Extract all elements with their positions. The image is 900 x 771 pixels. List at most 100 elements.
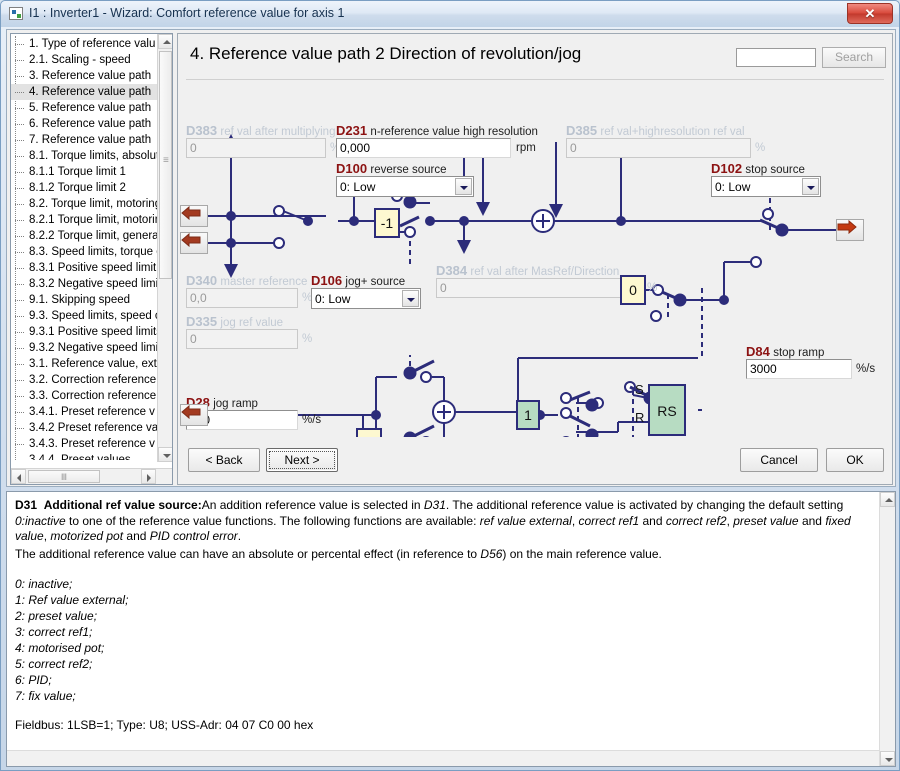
ok-button[interactable]: OK [826,448,884,472]
app-window: I1 : Inverter1 - Wizard: Comfort referen… [0,0,900,771]
help-p1-m: and [798,513,826,528]
tree-item-20[interactable]: 3.1. Reference value, ext [11,356,158,372]
help-paragraph-1: D31 Additional ref value source:An addit… [15,498,870,545]
tree-scroll-thumb[interactable] [159,51,172,279]
tree-item-9[interactable]: 8.1.2 Torque limit 2 [11,180,158,196]
tree-item-12[interactable]: 8.2.2 Torque limit, genera [11,228,158,244]
client-area: 1. Type of reference valu 2.1. Scaling - … [6,29,896,487]
tree-item-17[interactable]: 9.3. Speed limits, speed c [11,308,158,324]
cancel-button[interactable]: Cancel [740,448,818,472]
chevron-down-icon[interactable] [402,290,419,307]
param-label-d335: D335 jog ref value [186,314,284,329]
help-fieldbus: Fieldbus: 1LSB=1; Type: U8; USS-Adr: 04 … [15,718,314,732]
param-field-d383[interactable]: 0 [186,138,326,158]
param-combo-d102[interactable]: 0: Low [711,176,821,197]
tree-item-15[interactable]: 8.3.2 Negative speed limi [11,276,158,292]
help-p1-e: to one of the reference value functions.… [65,513,480,528]
block-rs-latch[interactable]: RS [648,384,686,436]
param-label-d102: D102 stop source [711,161,805,176]
tree-horizontal-scrollbar[interactable]: Ⅲ [11,468,172,484]
help-p1-h: correct ref1 [578,513,640,528]
help-horizontal-scrollbar[interactable] [7,750,879,766]
title-bar: I1 : Inverter1 - Wizard: Comfort referen… [1,1,899,27]
param-combo-d100-value: 0: Low [340,180,376,194]
block-invert-jog[interactable]: -1 [356,428,382,437]
help-enum-item-4: 4: motorised pot; [15,641,105,655]
scroll-up-icon[interactable] [158,34,172,49]
tree-item-2[interactable]: 3. Reference value path [11,68,158,84]
search-button[interactable]: Search [822,47,886,68]
tree-item-13[interactable]: 8.3. Speed limits, torque c [11,244,158,260]
help-panel: D31 Additional ref value source:An addit… [6,491,896,767]
param-field-d84[interactable]: 3000 [746,359,852,379]
output-arrow-right[interactable] [836,219,864,241]
help-spacer-2 [15,704,870,718]
input-arrow-left-3[interactable] [180,404,208,426]
tree-item-22[interactable]: 3.3. Correction reference [11,388,158,404]
input-arrow-left-2[interactable] [180,232,208,254]
input-arrow-left-1[interactable] [180,205,208,227]
help-p1-f: ref value external [479,513,572,528]
help-p1-b: D31 [423,498,446,512]
tree-item-11[interactable]: 8.2.1 Torque limit, motorin [11,212,158,228]
close-icon[interactable]: ✕ [847,3,893,24]
search-input[interactable] [736,48,816,67]
scroll-down-icon[interactable] [880,751,895,766]
tree-item-21[interactable]: 3.2. Correction reference [11,372,158,388]
tree-item-4[interactable]: 5. Reference value path [11,100,158,116]
tree-item-0[interactable]: 1. Type of reference valu [11,36,158,52]
scroll-left-icon[interactable] [11,469,26,484]
tree-vertical-scrollbar[interactable] [157,34,172,462]
param-unit-d231: rpm [516,142,536,154]
navigation-tree[interactable]: 1. Type of reference valu 2.1. Scaling - … [10,33,173,485]
tree-item-19[interactable]: 9.3.2 Negative speed limi [11,340,158,356]
tree-item-23[interactable]: 3.4.1. Preset reference v [11,404,158,420]
tree-item-14[interactable]: 8.3.1 Positive speed limit [11,260,158,276]
wizard-page: 4. Reference value path 2 Direction of r… [177,33,893,485]
tree-item-24[interactable]: 3.4.2 Preset reference va [11,420,158,436]
tree-item-6[interactable]: 7. Reference value path [11,132,158,148]
tree-item-10[interactable]: 8.2. Torque limit, motoring [11,196,158,212]
help-spacer [15,564,870,576]
help-vertical-scrollbar[interactable] [879,492,895,766]
param-field-d384[interactable]: 0 [436,278,643,298]
tree-item-16[interactable]: 9.1. Skipping speed [11,292,158,308]
help-paragraph-2: The additional reference value can have … [15,547,870,563]
help-p2-b: D56 [480,546,503,561]
param-label-d384: D384 ref val after MasRef/Direction [436,263,620,278]
tree-item-3[interactable]: 4. Reference value path [11,84,158,100]
window-title: I1 : Inverter1 - Wizard: Comfort referen… [29,6,345,20]
block-invert-top[interactable]: -1 [374,208,400,238]
block-const-zero[interactable]: 0 [620,275,646,305]
param-field-d340[interactable]: 0,0 [186,288,298,308]
param-combo-d100[interactable]: 0: Low [336,176,474,197]
param-field-d385[interactable]: 0 [566,138,751,158]
scroll-down-icon[interactable] [158,447,172,462]
help-p1-l: preset value [733,513,799,528]
scroll-up-icon[interactable] [880,492,895,507]
param-label-d340: D340 master reference [186,273,308,288]
param-combo-d106[interactable]: 0: Low [311,288,421,309]
param-field-d231[interactable]: 0,000 [336,138,511,158]
back-button[interactable]: < Back [188,448,260,472]
next-button[interactable]: Next > [266,448,338,472]
tree-item-list: 1. Type of reference valu 2.1. Scaling - … [11,36,158,460]
scroll-right-icon[interactable] [141,469,156,484]
tree-item-26[interactable]: 3.4.4. Preset values [11,452,158,460]
chevron-down-icon[interactable] [802,178,819,195]
help-enum-item-6: 6: PID; [15,673,52,687]
tree-item-1[interactable]: 2.1. Scaling - speed [11,52,158,68]
tree-item-25[interactable]: 3.4.3. Preset reference v [11,436,158,452]
tree-item-18[interactable]: 9.3.1 Positive speed limits [11,324,158,340]
help-p1-d: 0:inactive [15,513,66,528]
tree-item-8[interactable]: 8.1.1 Torque limit 1 [11,164,158,180]
help-enum-list: 0: inactive; 1: Ref value external; 2: pre… [15,576,870,704]
block-const-one[interactable]: 1 [516,400,540,430]
param-field-d335[interactable]: 0 [186,329,298,349]
tree-hscroll-thumb[interactable]: Ⅲ [28,470,100,483]
param-label-d100: D100 reverse source [336,161,447,176]
tree-item-5[interactable]: 6. Reference value path [11,116,158,132]
tree-item-7[interactable]: 8.1. Torque limits, absolut [11,148,158,164]
help-p1-r: PID control error [149,529,238,543]
chevron-down-icon[interactable] [455,178,472,195]
